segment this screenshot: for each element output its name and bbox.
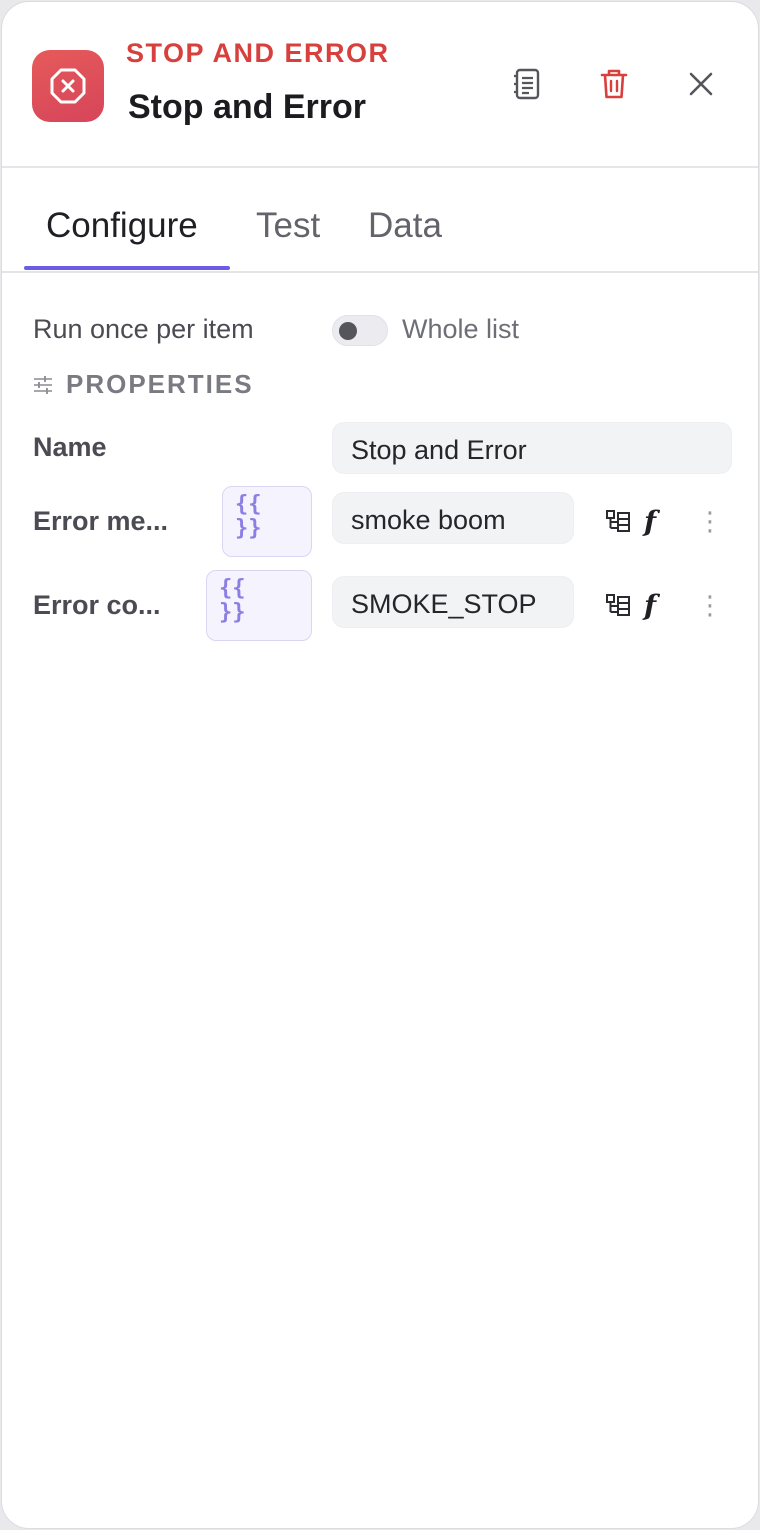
toggle-knob [339, 322, 357, 340]
error-code-label: Error co... [33, 590, 161, 620]
stop-octagon-x-icon [32, 50, 104, 122]
expression-open-braces: {{ [235, 492, 262, 517]
delete-button[interactable] [594, 64, 634, 104]
node-config-panel: STOP AND ERROR Stop and Error Configure … [1, 1, 759, 1529]
error-code-expression-button[interactable]: {{ }} [206, 570, 312, 641]
error-code-more-button[interactable]: ⋮ [696, 590, 724, 620]
expression-close-braces: }} [235, 516, 262, 541]
error-message-label: Error me... [33, 506, 169, 536]
close-icon [689, 72, 713, 96]
error-message-more-button[interactable]: ⋮ [696, 506, 724, 536]
active-tab-indicator [24, 266, 230, 270]
whole-list-label: Whole list [402, 314, 520, 344]
trash-icon [600, 69, 628, 99]
error-message-function-button[interactable]: f [636, 505, 664, 538]
whole-list-toggle[interactable] [332, 315, 388, 346]
panel-header: STOP AND ERROR Stop and Error [2, 2, 758, 168]
run-mode-label: Run once per item [33, 314, 254, 344]
node-type-label: STOP AND ERROR [126, 38, 390, 68]
properties-heading: PROPERTIES [66, 369, 254, 399]
close-button[interactable] [681, 64, 721, 104]
node-title[interactable]: Stop and Error [128, 88, 366, 127]
name-label: Name [33, 432, 107, 462]
error-message-field[interactable]: smoke boom [332, 492, 574, 544]
sliders-icon [34, 376, 52, 394]
tab-configure[interactable]: Configure [46, 206, 198, 246]
error-code-field[interactable]: SMOKE_STOP [332, 576, 574, 628]
error-message-expression-button[interactable]: {{ }} [222, 486, 312, 557]
expression-close-braces: }} [219, 600, 246, 625]
error-message-data-picker-button[interactable] [604, 506, 632, 536]
error-code-function-button[interactable]: f [636, 589, 664, 622]
panel-tabs: Configure Test Data [2, 170, 758, 273]
expression-open-braces: {{ [219, 576, 246, 601]
document-list-icon [514, 68, 540, 100]
tab-test[interactable]: Test [256, 206, 320, 246]
error-code-data-picker-button[interactable] [604, 590, 632, 620]
name-field[interactable]: Stop and Error [332, 422, 732, 474]
tree-structure-icon [606, 510, 630, 532]
tab-data[interactable]: Data [368, 206, 442, 246]
docs-button[interactable] [507, 64, 547, 104]
tree-structure-icon [606, 594, 630, 616]
